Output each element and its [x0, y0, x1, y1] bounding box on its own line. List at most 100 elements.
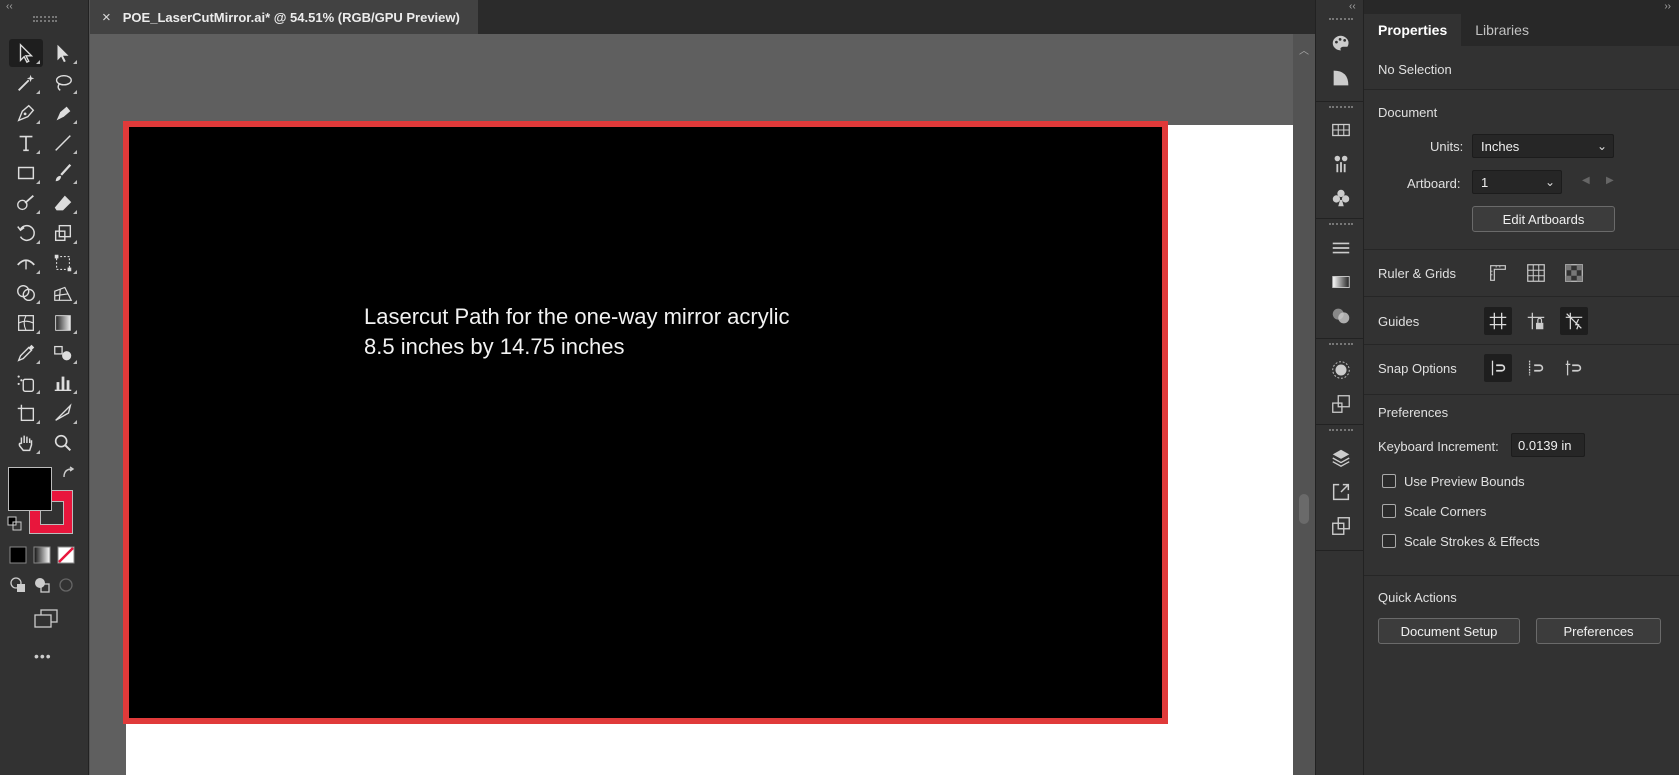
type-tool[interactable] [9, 129, 43, 157]
snap-to-glyph-toggle[interactable] [1560, 354, 1588, 382]
default-fill-stroke-icon[interactable] [6, 515, 24, 533]
show-guides-toggle[interactable] [1484, 307, 1512, 335]
eraser-tool[interactable] [46, 189, 80, 217]
color-guide-button[interactable] [1327, 64, 1355, 92]
scrollbar-thumb[interactable] [1299, 494, 1309, 524]
scale-strokes-effects-checkbox[interactable] [1382, 534, 1396, 548]
perspective-grid-tool[interactable] [46, 279, 80, 307]
collapse-dock-icon[interactable]: ‹‹ [1349, 1, 1356, 12]
screen-mode-icon[interactable] [33, 608, 59, 630]
draw-normal-icon[interactable] [9, 576, 27, 594]
grid-icon [1527, 264, 1545, 282]
perspective-grid-icon [54, 286, 73, 301]
collapse-toolbar-icon[interactable]: ‹‹ [6, 1, 13, 12]
preferences-button[interactable]: Preferences [1536, 618, 1661, 644]
appearance-button[interactable] [1327, 356, 1355, 384]
dock-grip[interactable] [1329, 429, 1353, 434]
next-artboard-icon[interactable]: ▶ [1606, 175, 1614, 186]
snap-to-pixel-toggle[interactable] [1522, 354, 1550, 382]
column-graph-tool[interactable] [46, 369, 80, 397]
blend-tool[interactable] [46, 339, 80, 367]
edit-artboards-button[interactable]: Edit Artboards [1472, 206, 1615, 232]
dock-grip[interactable] [1329, 106, 1353, 111]
eraser-icon [54, 195, 72, 211]
use-preview-bounds-checkbox[interactable] [1382, 474, 1396, 488]
hand-tool[interactable] [9, 429, 43, 457]
layers-button[interactable] [1327, 444, 1355, 472]
selection-tool[interactable] [9, 39, 43, 67]
shape-builder-tool[interactable] [9, 279, 43, 307]
symbols-button[interactable] [1327, 184, 1355, 212]
canvas-area[interactable]: Lasercut Path for the one-way mirror acr… [90, 34, 1293, 775]
rectangle-tool[interactable] [9, 159, 43, 187]
lasso-tool[interactable] [46, 69, 80, 97]
artboard-dropdown[interactable]: 1 ⌄ [1472, 170, 1562, 194]
lock-guides-toggle[interactable] [1522, 307, 1550, 335]
shaper-tool[interactable] [9, 189, 43, 217]
pen-tool[interactable] [9, 99, 43, 127]
swatches-button[interactable] [1327, 116, 1355, 144]
width-tool[interactable] [9, 249, 43, 277]
rotate-tool[interactable] [9, 219, 43, 247]
rulers-toggle[interactable] [1484, 259, 1512, 287]
scale-corners-checkbox[interactable] [1382, 504, 1396, 518]
previous-artboard-icon[interactable]: ◀ [1582, 175, 1590, 186]
vertical-scrollbar[interactable]: ︿ [1293, 34, 1315, 775]
toolbar-grip[interactable] [33, 16, 57, 22]
close-tab-icon[interactable]: × [102, 9, 111, 26]
smart-guides-toggle[interactable] [1560, 307, 1588, 335]
document-setup-button[interactable]: Document Setup [1378, 618, 1520, 644]
line-segment-tool[interactable] [46, 129, 80, 157]
collapse-panel-icon[interactable]: ›› [1664, 1, 1671, 12]
artboard-tool[interactable] [9, 399, 43, 427]
stroke-panel-button[interactable] [1327, 234, 1355, 262]
tab-libraries[interactable]: Libraries [1461, 14, 1543, 46]
units-dropdown[interactable]: Inches ⌄ [1472, 134, 1614, 158]
grid-toggle[interactable] [1522, 259, 1550, 287]
swap-fill-stroke-icon[interactable] [60, 465, 78, 483]
artwork-text-block[interactable]: Lasercut Path for the one-way mirror acr… [364, 302, 790, 362]
curvature-tool[interactable] [46, 99, 80, 127]
brushes-button[interactable] [1327, 150, 1355, 178]
slice-tool[interactable] [46, 399, 80, 427]
scroll-up-icon[interactable]: ︿ [1299, 42, 1309, 57]
transform-panel-button[interactable] [1327, 390, 1355, 418]
panel-tabs: Properties Libraries [1364, 14, 1679, 46]
gradient-panel-button[interactable] [1327, 268, 1355, 296]
color-panel-button[interactable] [1327, 30, 1355, 58]
free-transform-tool[interactable] [46, 249, 80, 277]
edit-toolbar-more-icon[interactable]: ••• [34, 648, 52, 664]
asset-export-button[interactable] [1327, 478, 1355, 506]
document-tab-bar: × POE_LaserCutMirror.ai* @ 54.51% (RGB/G… [90, 0, 1315, 34]
dock-grip[interactable] [1329, 18, 1353, 23]
transparency-button[interactable] [1327, 302, 1355, 330]
panel-top-strip [1364, 0, 1679, 14]
document-tab[interactable]: × POE_LaserCutMirror.ai* @ 54.51% (RGB/G… [90, 0, 478, 34]
ruler-icon [1490, 265, 1506, 281]
artboards-panel-button[interactable] [1327, 512, 1355, 540]
gradient-mode-icon[interactable] [33, 546, 51, 564]
draw-behind-icon[interactable] [33, 576, 51, 594]
transparency-grid-toggle[interactable] [1560, 259, 1588, 287]
eyedropper-tool[interactable] [9, 339, 43, 367]
direct-selection-arrow-icon [57, 44, 69, 63]
magic-wand-tool[interactable] [9, 69, 43, 97]
gradient-tool[interactable] [46, 309, 80, 337]
zoom-tool[interactable] [46, 429, 80, 457]
dock-grip[interactable] [1329, 223, 1353, 228]
panel-icon-dock: ‹‹ [1315, 0, 1365, 775]
snap-to-point-toggle[interactable] [1484, 354, 1512, 382]
draw-inside-icon[interactable] [57, 576, 75, 594]
dock-grip[interactable] [1329, 343, 1353, 348]
direct-selection-tool[interactable] [46, 39, 80, 67]
keyboard-increment-input[interactable]: 0.0139 in [1511, 433, 1585, 457]
laser-cut-rectangle[interactable] [123, 121, 1168, 724]
mesh-tool[interactable] [9, 309, 43, 337]
paintbrush-tool[interactable] [46, 159, 80, 187]
scale-tool[interactable] [46, 219, 80, 247]
none-mode-icon[interactable] [57, 546, 75, 564]
symbol-sprayer-tool[interactable] [9, 369, 43, 397]
color-mode-icon[interactable] [9, 546, 27, 564]
tab-properties[interactable]: Properties [1364, 14, 1462, 46]
fill-color-swatch[interactable] [8, 467, 52, 511]
